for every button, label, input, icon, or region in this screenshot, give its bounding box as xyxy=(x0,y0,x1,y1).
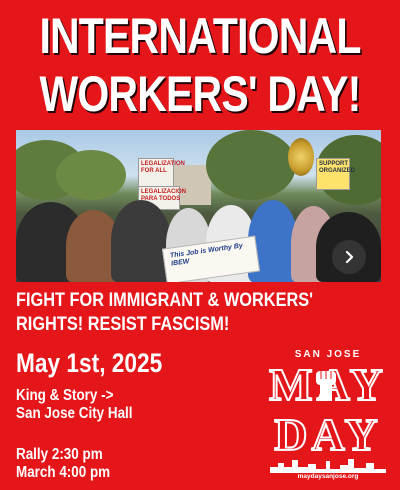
poster-title-line-1: INTERNATIONAL xyxy=(39,8,361,64)
location-line-2: San Jose City Hall xyxy=(16,405,133,422)
crowd xyxy=(111,200,171,282)
drum xyxy=(288,138,314,176)
logo-word-day: DAY xyxy=(273,409,382,460)
protest-sign-text: SUPPORT ORGANIZED xyxy=(319,161,355,174)
chevron-right-icon xyxy=(345,250,354,264)
protest-sign-text: LEGALIZATION FOR ALL xyxy=(141,161,185,174)
raised-fist-icon xyxy=(316,371,336,401)
protest-sign: SUPPORT ORGANIZED xyxy=(316,158,355,190)
tree xyxy=(206,130,296,200)
headline-line-2: RIGHTS! RESIST FASCISM! xyxy=(16,314,230,335)
logo-url[interactable]: maydaysanjose.org xyxy=(262,473,394,480)
event-poster: INTERNATIONAL WORKERS' DAY! LEGALIZATION… xyxy=(0,0,400,490)
march-time: March 4:00 pm xyxy=(16,464,111,481)
tree xyxy=(56,150,126,200)
march-photo: LEGALIZATION FOR ALL LEGALIZACION PARA T… xyxy=(16,130,381,282)
skyline-icon xyxy=(270,459,386,473)
may-day-logo: SAN JOSE MAY DAY maydaysanjose.org xyxy=(262,345,394,487)
union-banner-text: This Job is Worthy By IBEW xyxy=(169,242,244,268)
next-image-button[interactable] xyxy=(332,240,366,274)
rally-time: Rally 2:30 pm xyxy=(16,446,103,463)
headline-line-1: FIGHT FOR IMMIGRANT & WORKERS' xyxy=(16,290,314,311)
location-line-1: King & Story -> xyxy=(16,387,114,404)
event-date: May 1st, 2025 xyxy=(16,348,163,378)
poster-title-line-2: WORKERS' DAY! xyxy=(39,66,361,122)
